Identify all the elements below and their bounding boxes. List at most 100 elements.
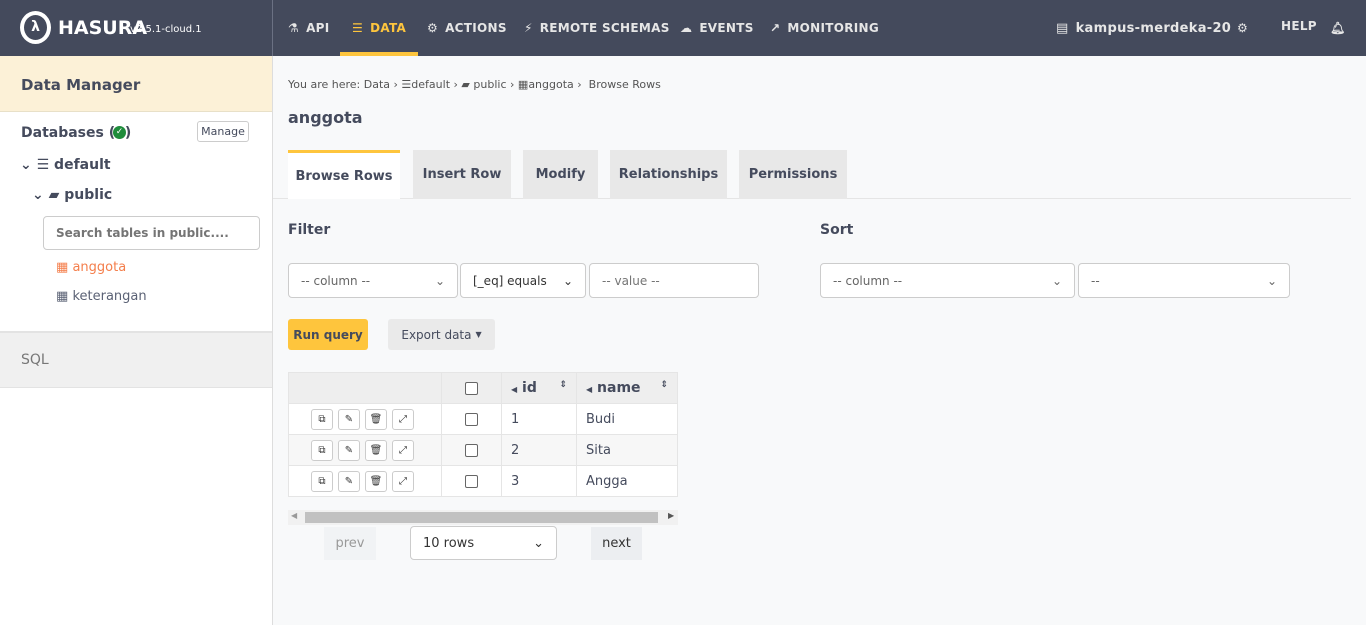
filter-column-select[interactable]: -- column -- ⌄ [288,263,458,298]
nav-monitoring[interactable]: ↗ MONITORING [770,0,879,56]
table-link-keterangan[interactable]: ▦ keterangan [56,289,147,304]
sidebar-title: Data Manager [0,56,272,112]
horizontal-scrollbar[interactable]: ◀ ▶ [288,510,678,525]
schema-label: public [64,187,113,203]
scroll-right-icon[interactable]: ▶ [668,511,674,520]
expand-icon[interactable]: ⤢ [392,470,414,492]
export-label: Export data [401,327,472,342]
table-link-anggota[interactable]: ▦ anggota [56,260,126,275]
edit-icon[interactable]: ✎ [338,439,360,461]
tab-browse-rows[interactable]: Browse Rows [288,150,400,199]
version: v2.5.1-cloud.1 [130,24,202,35]
select-value: [_eq] equals [473,273,547,288]
nav-actions[interactable]: ⚙ ACTIONS [427,0,507,56]
next-page-button[interactable]: next [591,527,642,560]
trash-icon[interactable]: 🗑︎ [365,470,387,492]
chevron-down-icon: ⌄ [434,273,445,288]
chevron-down-icon: ⌄ [20,157,32,173]
clone-icon[interactable]: ⧉ [311,408,333,430]
breadcrumb-default[interactable]: default [411,78,450,91]
export-data-button[interactable]: Export data ▼ [388,319,495,350]
tab-modify[interactable]: Modify [523,150,598,199]
chevron-down-icon: ⌄ [533,535,544,551]
select-all-checkbox[interactable] [465,381,478,395]
table-icon: ▦ [56,260,69,275]
row-checkbox[interactable] [465,443,478,457]
column-header-id[interactable]: ◀ id ⇕ [501,372,577,404]
nav-label: API [306,21,330,35]
column-label: id [522,380,537,396]
sidebar: Data Manager Databases (1) ✓ Manage ⌄ ☰ … [0,56,273,625]
column-label: name [597,380,641,396]
cell-name: Sita [576,434,678,466]
cell-id: 1 [501,403,577,435]
scrollbar-thumb[interactable] [305,512,658,523]
nav-events[interactable]: ☁ EVENTS [680,0,754,56]
sort-icon[interactable]: ⇕ [660,380,668,390]
row-checkbox[interactable] [465,474,478,488]
select-value: -- [1091,273,1100,288]
row-actions: ⧉ ✎ 🗑︎ ⤢ [288,403,442,435]
sort-column-select[interactable]: -- column -- ⌄ [820,263,1075,298]
expand-icon[interactable]: ⤢ [392,408,414,430]
row-checkbox[interactable] [465,412,478,426]
manage-button[interactable]: Manage [197,121,249,142]
tab-insert-row[interactable]: Insert Row [413,150,511,199]
cell-id: 3 [501,465,577,497]
edit-icon[interactable]: ✎ [338,408,360,430]
select-value: 10 rows [423,535,475,551]
table-row: ⧉ ✎ 🗑︎ ⤢ 3 Angga [288,465,678,497]
tab-relationships[interactable]: Relationships [610,150,727,199]
schema-public[interactable]: ⌄ ▰ public [32,187,112,203]
cell-name: Budi [576,403,678,435]
chevron-down-icon: ⌄ [1051,273,1062,288]
help-label: HELP [1281,19,1317,33]
caret-down-icon: ▼ [475,330,482,339]
help-button[interactable]: HELP [1281,0,1317,54]
table-icon: ▦ [56,289,69,304]
database-icon: ☰ [401,78,412,91]
top-header: λ HASURA v2.5.1-cloud.1 ⚗ API ☰ DATA ⚙ ACTI… [0,0,1366,56]
cell-name: Angga [576,465,678,497]
sidebar-sql[interactable]: SQL [0,331,272,388]
filter-value-input[interactable] [589,263,759,298]
settings-button[interactable]: ⚙ [1237,0,1248,56]
rows-per-page-select[interactable]: 10 rows ⌄ [410,526,557,560]
clone-icon[interactable]: ⧉ [311,470,333,492]
trash-icon[interactable]: 🗑︎ [365,408,387,430]
cloud-icon: ☁ [680,21,693,35]
column-header-name[interactable]: ◀ name ⇕ [576,372,678,404]
nav-api[interactable]: ⚗ API [288,0,330,56]
logo[interactable]: λ HASURA v2.5.1-cloud.1 [0,0,273,56]
chevron-down-icon: ⌄ [562,273,573,288]
hasura-logo-icon: λ [20,11,51,44]
notifications-button[interactable]: 🔔︎ [1330,0,1346,56]
search-tables-input[interactable] [43,216,260,250]
filter-operator-select[interactable]: [_eq] equals ⌄ [460,263,586,298]
database-icon: ☰ [352,21,364,35]
sort-icon[interactable]: ⇕ [559,380,567,390]
trash-icon[interactable]: 🗑︎ [365,439,387,461]
expand-icon[interactable]: ⤢ [392,439,414,461]
breadcrumb-anggota[interactable]: anggota [528,78,573,91]
edit-icon[interactable]: ✎ [338,470,360,492]
breadcrumb-public[interactable]: public [473,78,506,91]
db-default[interactable]: ⌄ ☰ default [20,157,111,173]
nav-remote-schemas[interactable]: ⚡ REMOTE SCHEMAS [524,0,670,56]
prev-page-button[interactable]: prev [324,527,376,560]
project-selector[interactable]: ▤ kampus-merdeka-20 [1056,0,1231,56]
nav-data[interactable]: ☰ DATA [340,0,419,56]
run-query-button[interactable]: Run query [288,319,368,350]
page-title: anggota [288,108,363,127]
breadcrumb-current: Browse Rows [588,78,661,91]
tab-permissions[interactable]: Permissions [739,150,847,199]
flask-icon: ⚗ [288,21,300,35]
breadcrumb-data[interactable]: Data [364,78,390,91]
sort-heading: Sort [820,222,854,238]
select-value: -- column -- [301,273,371,288]
nav-label: EVENTS [699,21,754,35]
clone-icon[interactable]: ⧉ [311,439,333,461]
sort-order-select[interactable]: -- ⌄ [1078,263,1290,298]
scroll-left-icon[interactable]: ◀ [291,511,297,520]
filter-heading: Filter [288,222,331,238]
